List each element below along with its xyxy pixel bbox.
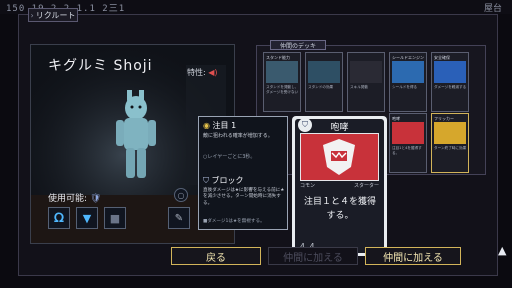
shirt-icon: ▼ — [82, 211, 92, 225]
deck-card-desc: スタンドの効果 — [308, 85, 334, 89]
featured-card-title: 咆哮 — [330, 123, 349, 133]
deck-card-desc: スキル発動 — [350, 85, 368, 89]
trait-label-text: 特性: — [187, 68, 206, 77]
deck-card[interactable]: シールドエンジン シールドを得る — [389, 52, 427, 112]
featured-card[interactable]: ⛉ 咆哮 コモン スターター 注目１と４を獲得する。 4 4 — [292, 116, 387, 256]
deck-card-desc: スタンドを発動し、ダメージを受けない — [266, 85, 299, 94]
tab-recruit-label: リクルート — [35, 10, 76, 20]
item-slot-shirt[interactable]: ▼ — [76, 207, 98, 229]
usable-label-text: 使用可能: — [48, 194, 88, 204]
chevron-right-icon: › — [30, 10, 34, 20]
deck-title: 仲間のデッキ — [270, 40, 326, 50]
card-rarity: コモン — [300, 183, 316, 189]
deck-card-desc: ターン終了時に効果 — [434, 146, 467, 150]
character-figure — [110, 88, 162, 186]
armor-icon: ■ — [109, 211, 121, 225]
item-slot-bunny[interactable]: 𝛀 — [48, 207, 70, 229]
bunny-icon: 𝛀 — [53, 210, 65, 226]
tooltip-section-title: ◉ 注目 1 — [203, 120, 236, 131]
card-art — [434, 122, 466, 144]
card-type: スターター — [353, 183, 379, 189]
top-right-label: 屋台 — [483, 4, 502, 14]
card-art — [350, 61, 382, 83]
item-slot-flashlight[interactable]: ✎ — [168, 207, 190, 229]
tooltip-title-attention: 注目 1 — [212, 121, 237, 130]
deck-card-desc: 注目1と4を獲得する。 — [392, 146, 422, 155]
featured-card-art — [300, 133, 379, 181]
card-art — [266, 61, 298, 83]
tooltip-body-block: 直後ダメージは★に影響を与える前に★を減少させる。ターン開始時に消失する。 — [203, 188, 285, 206]
shield-icon: 🛡 — [89, 194, 102, 204]
ring-icon: ○ — [177, 190, 185, 200]
keyword-tooltip: ◉ 注目 1 敵に狙われる確率が増加する。 ○レイヤーごとに3秒。 ⛉ ブロック… — [198, 116, 288, 230]
deck-card[interactable]: スタンドの効果 — [305, 52, 343, 112]
item-slot-circle[interactable]: ○ — [174, 188, 188, 202]
item-slot-armor[interactable]: ■ — [104, 207, 126, 229]
tooltip-section-title: ⛉ ブロック — [203, 175, 244, 186]
trait-label: 特性: ◀) — [187, 67, 218, 78]
deck-card[interactable]: 安全確保 ダメージを軽減する — [431, 52, 469, 112]
tooltip-title-block: ブロック — [211, 176, 244, 185]
featured-card-text: 注目１と４を獲得する。 — [303, 197, 376, 221]
card-art — [392, 61, 424, 83]
tooltip-body-attention: 敵に狙われる確率が増加する。 — [203, 133, 273, 139]
add-to-party-button[interactable]: 仲間に加える — [365, 247, 461, 265]
trait-speaker-icon[interactable]: ◀) — [208, 68, 217, 77]
flashlight-icon: ✎ — [174, 212, 184, 224]
cursor-icon: ▲ — [498, 244, 507, 257]
deck-card[interactable]: スタンド能力 スタンドを発動し、ダメージを受けない — [263, 52, 301, 112]
card-art — [308, 61, 340, 83]
deck-card-desc: ダメージを軽減する — [434, 85, 467, 89]
tooltip-extra-block: ■ダメージ1は★を無視する。 — [203, 219, 265, 224]
card-art — [392, 122, 424, 144]
usable-label: 使用可能: 🛡 — [48, 191, 101, 204]
shield-icon: ⛉ — [203, 176, 209, 185]
tab-recruit[interactable]: › リクルート — [28, 8, 78, 22]
tooltip-extra-attention: ○レイヤーごとに3秒。 — [203, 154, 256, 160]
deck-card-desc: シールドを得る — [392, 85, 418, 89]
deck-card[interactable]: スキル発動 — [347, 52, 385, 112]
deck-card[interactable]: フリッカー ターン終了時に効果 — [431, 113, 469, 173]
target-icon: ◉ — [203, 121, 210, 130]
character-name: キグルミ Shoji — [48, 58, 153, 74]
card-art — [434, 61, 466, 83]
back-button[interactable]: 戻る — [171, 247, 261, 265]
deck-card[interactable]: 咆哮 注目1と4を獲得する。 — [389, 113, 427, 173]
add-disabled-button[interactable]: 仲間に加える — [268, 247, 358, 265]
